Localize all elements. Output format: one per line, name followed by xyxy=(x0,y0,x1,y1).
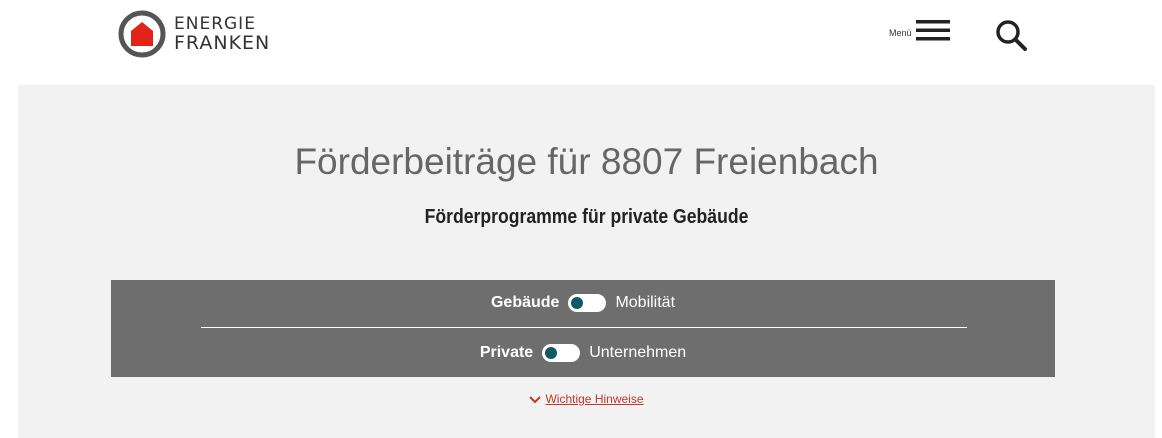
hero-section: Förderbeiträge für 8807 Freienbach Förde… xyxy=(18,85,1155,438)
hamburger-menu-icon xyxy=(915,20,950,41)
logo-line2: FRANKEN xyxy=(174,32,271,54)
category-toggle-switch[interactable] xyxy=(568,294,607,312)
toggle-row-audience: Private Unternehmen xyxy=(111,338,1055,368)
filter-toggle-panel: Gebäude Mobilität Private Unternehmen xyxy=(111,280,1055,377)
hints-section: Wichtige Hinweise xyxy=(18,392,1155,406)
site-logo[interactable]: ENERGIE FRANKEN xyxy=(118,10,270,58)
toggle-knob xyxy=(571,297,584,309)
site-header: ENERGIE FRANKEN Menü xyxy=(0,0,1162,85)
toggle-label-mobility[interactable]: Mobilität xyxy=(615,294,675,312)
chevron-down-icon xyxy=(529,396,542,404)
menu-button[interactable]: Menü xyxy=(889,18,950,42)
menu-label: Menü xyxy=(889,28,912,38)
toggle-knob xyxy=(545,347,558,359)
audience-toggle-switch[interactable] xyxy=(542,344,581,362)
toggle-label-private[interactable]: Private xyxy=(480,344,533,362)
important-notes-link[interactable]: Wichtige Hinweise xyxy=(545,392,643,406)
toggle-row-category: Gebäude Mobilität xyxy=(111,288,1055,318)
toggle-label-buildings[interactable]: Gebäude xyxy=(491,294,559,312)
page-subtitle: Förderprogramme für private Gebäude xyxy=(424,206,749,228)
divider xyxy=(201,327,967,328)
page-title: Förderbeiträge für 8807 Freienbach xyxy=(294,141,879,182)
logo-text: ENERGIE FRANKEN xyxy=(174,15,270,53)
search-icon[interactable] xyxy=(994,18,1030,54)
house-logo-icon xyxy=(118,10,166,58)
toggle-label-companies[interactable]: Unternehmen xyxy=(589,344,686,362)
